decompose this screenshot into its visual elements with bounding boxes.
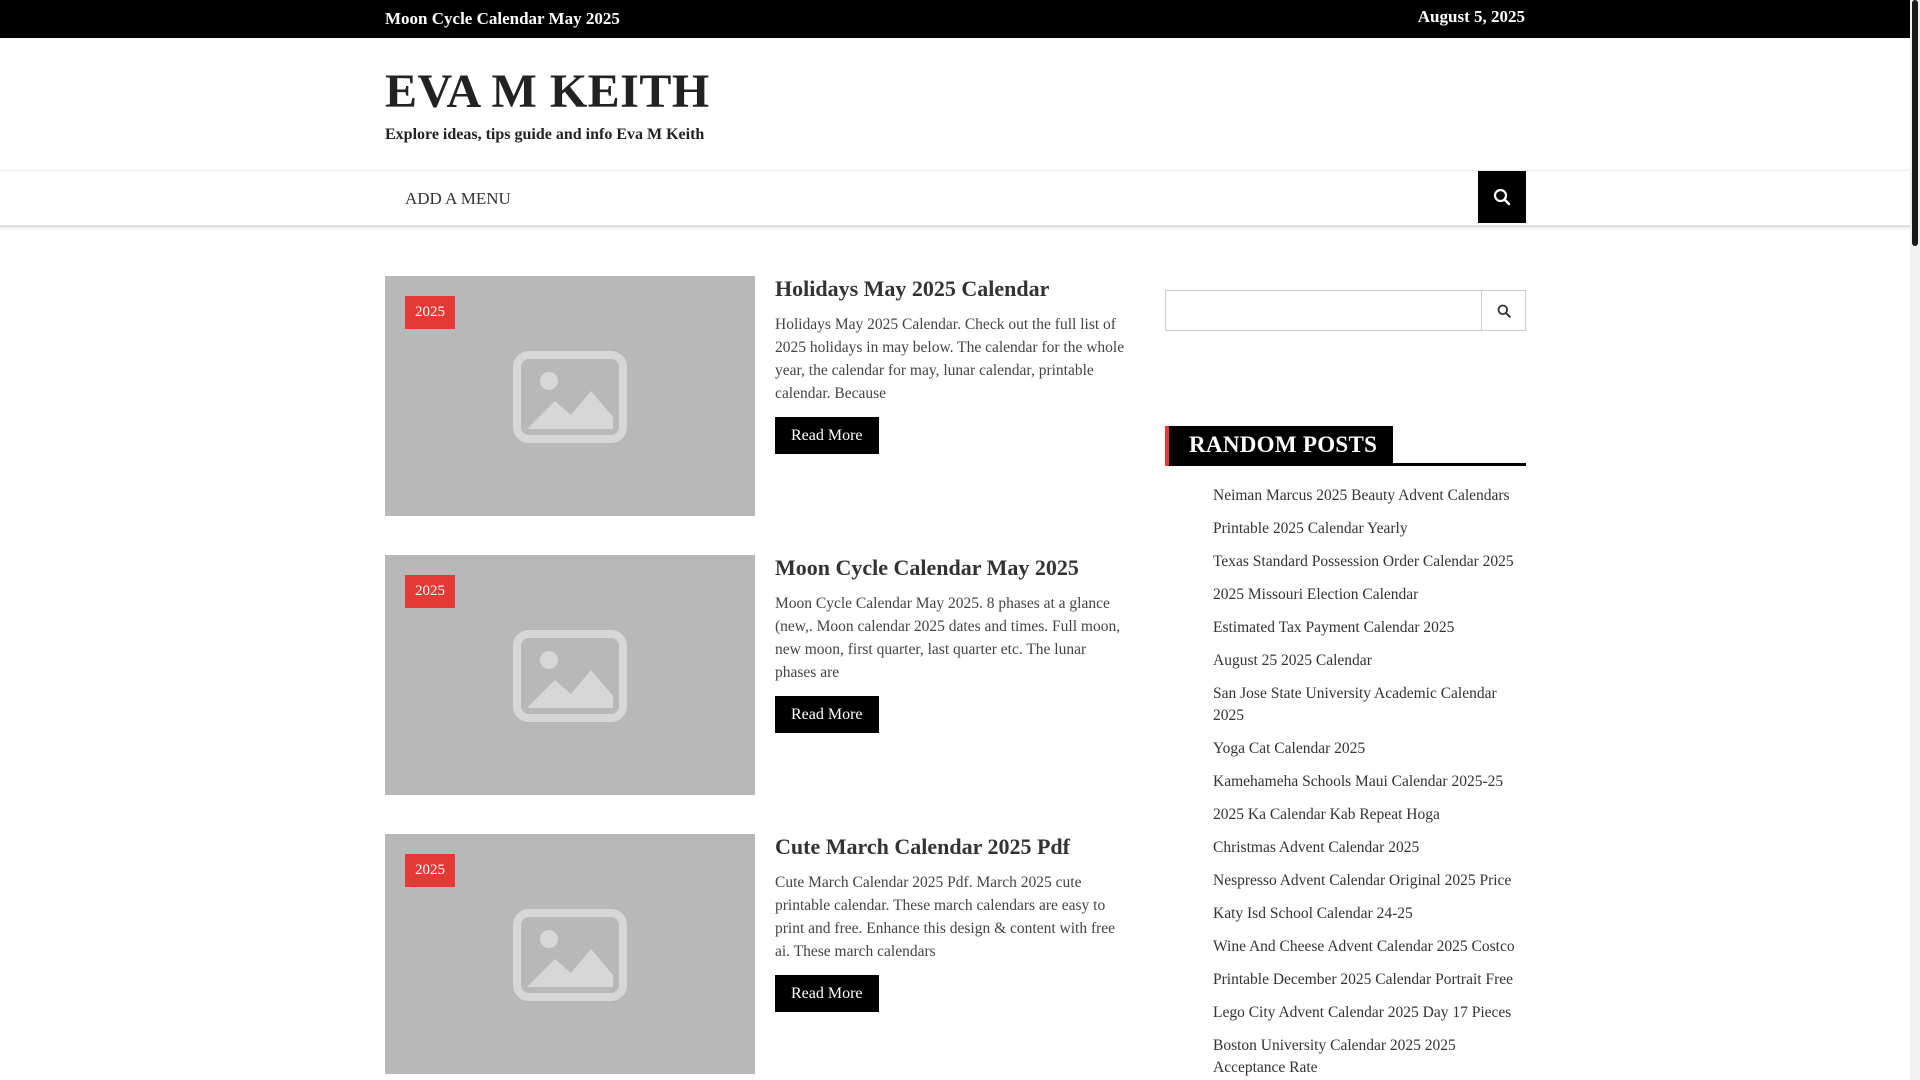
random-post-link[interactable]: Katy Isd School Calendar 24-25: [1213, 903, 1526, 925]
random-post-link[interactable]: 2025 Missouri Election Calendar: [1213, 584, 1526, 606]
random-post-link[interactable]: Texas Standard Possession Order Calendar…: [1213, 551, 1526, 573]
read-more-button[interactable]: Read More: [775, 975, 879, 1012]
nav-menu-item[interactable]: ADD A MENU: [405, 189, 511, 209]
scrollbar-thumb[interactable]: [1912, 0, 1918, 246]
image-placeholder-icon: [513, 909, 627, 1001]
post-title[interactable]: Cute March Calendar 2025 Pdf: [775, 834, 1125, 860]
top-bar-date: August 5, 2025: [1417, 7, 1525, 26]
read-more-button[interactable]: Read More: [775, 417, 879, 454]
sidebar-search-form: [1165, 290, 1526, 331]
post-thumbnail[interactable]: 2025: [385, 276, 755, 516]
image-placeholder-icon: [513, 630, 627, 722]
image-placeholder-icon: [513, 351, 627, 443]
post-body: Holidays May 2025 Calendar Holidays May …: [775, 276, 1125, 454]
random-post-link[interactable]: Yoga Cat Calendar 2025: [1213, 738, 1526, 760]
read-more-button[interactable]: Read More: [775, 696, 879, 733]
random-post-link[interactable]: Printable December 2025 Calendar Portrai…: [1213, 969, 1526, 991]
post-title[interactable]: Moon Cycle Calendar May 2025: [775, 555, 1125, 581]
random-post-link[interactable]: Christmas Advent Calendar 2025: [1213, 837, 1526, 859]
site-branding: EVA M KEITH Explore ideas, tips guide an…: [385, 64, 710, 144]
main-navigation: ADD A MENU: [0, 170, 1910, 227]
search-icon: [1493, 188, 1511, 206]
random-post-link[interactable]: Kamehameha Schools Maui Calendar 2025-25: [1213, 771, 1526, 793]
widget-title: RANDOM POSTS: [1165, 426, 1394, 466]
random-post-link[interactable]: August 25 2025 Calendar: [1213, 650, 1526, 672]
search-icon: [1497, 304, 1511, 318]
category-badge[interactable]: 2025: [405, 575, 455, 608]
random-posts-heading: RANDOM POSTS: [1165, 426, 1526, 466]
random-post-link[interactable]: San Jose State University Academic Calen…: [1213, 683, 1526, 727]
category-badge[interactable]: 2025: [405, 854, 455, 887]
random-post-link[interactable]: Neiman Marcus 2025 Beauty Advent Calenda…: [1213, 485, 1526, 507]
sidebar-search-button[interactable]: [1481, 291, 1525, 330]
random-post-link[interactable]: Estimated Tax Payment Calendar 2025: [1213, 617, 1526, 639]
random-post-link[interactable]: Boston University Calendar 2025 2025 Acc…: [1213, 1035, 1526, 1079]
post-title[interactable]: Holidays May 2025 Calendar: [775, 276, 1125, 302]
random-post-link[interactable]: Wine And Cheese Advent Calendar 2025 Cos…: [1213, 936, 1526, 958]
random-post-link[interactable]: Lego City Advent Calendar 2025 Day 17 Pi…: [1213, 1002, 1526, 1024]
post-thumbnail[interactable]: 2025: [385, 555, 755, 795]
post-body: Moon Cycle Calendar May 2025 Moon Cycle …: [775, 555, 1125, 733]
post-card: 2025 Holidays May 2025 Calendar Holidays…: [385, 276, 1125, 516]
post-excerpt: Moon Cycle Calendar May 2025. 8 phases a…: [775, 595, 1121, 681]
top-bar: Moon Cycle Calendar May 2025 August 5, 2…: [0, 0, 1910, 38]
random-post-link[interactable]: Nespresso Advent Calendar Original 2025 …: [1213, 870, 1526, 892]
post-card: 2025 Cute March Calendar 2025 Pdf Cute M…: [385, 834, 1125, 1074]
post-excerpt: Cute March Calendar 2025 Pdf. March 2025…: [775, 874, 1116, 960]
random-posts-list: Neiman Marcus 2025 Beauty Advent Calenda…: [1165, 485, 1526, 1079]
random-post-link[interactable]: 2025 Ka Calendar Kab Repeat Hoga: [1213, 804, 1526, 826]
post-thumbnail[interactable]: 2025: [385, 834, 755, 1074]
random-post-link[interactable]: Printable 2025 Calendar Yearly: [1213, 518, 1526, 540]
sidebar-search-input[interactable]: [1166, 291, 1482, 330]
post-card: 2025 Moon Cycle Calendar May 2025 Moon C…: [385, 555, 1125, 795]
post-excerpt: Holidays May 2025 Calendar. Check out th…: [775, 316, 1125, 402]
site-description: Explore ideas, tips guide and info Eva M…: [385, 126, 705, 143]
post-body: Cute March Calendar 2025 Pdf Cute March …: [775, 834, 1125, 1012]
top-bar-post-link[interactable]: Moon Cycle Calendar May 2025: [385, 9, 620, 29]
site-title[interactable]: EVA M KEITH: [385, 64, 710, 120]
sidebar: RANDOM POSTS Neiman Marcus 2025 Beauty A…: [1165, 290, 1526, 1080]
category-badge[interactable]: 2025: [405, 296, 455, 329]
page-scrollbar[interactable]: [1910, 0, 1920, 1080]
nav-search-button[interactable]: [1478, 171, 1526, 223]
